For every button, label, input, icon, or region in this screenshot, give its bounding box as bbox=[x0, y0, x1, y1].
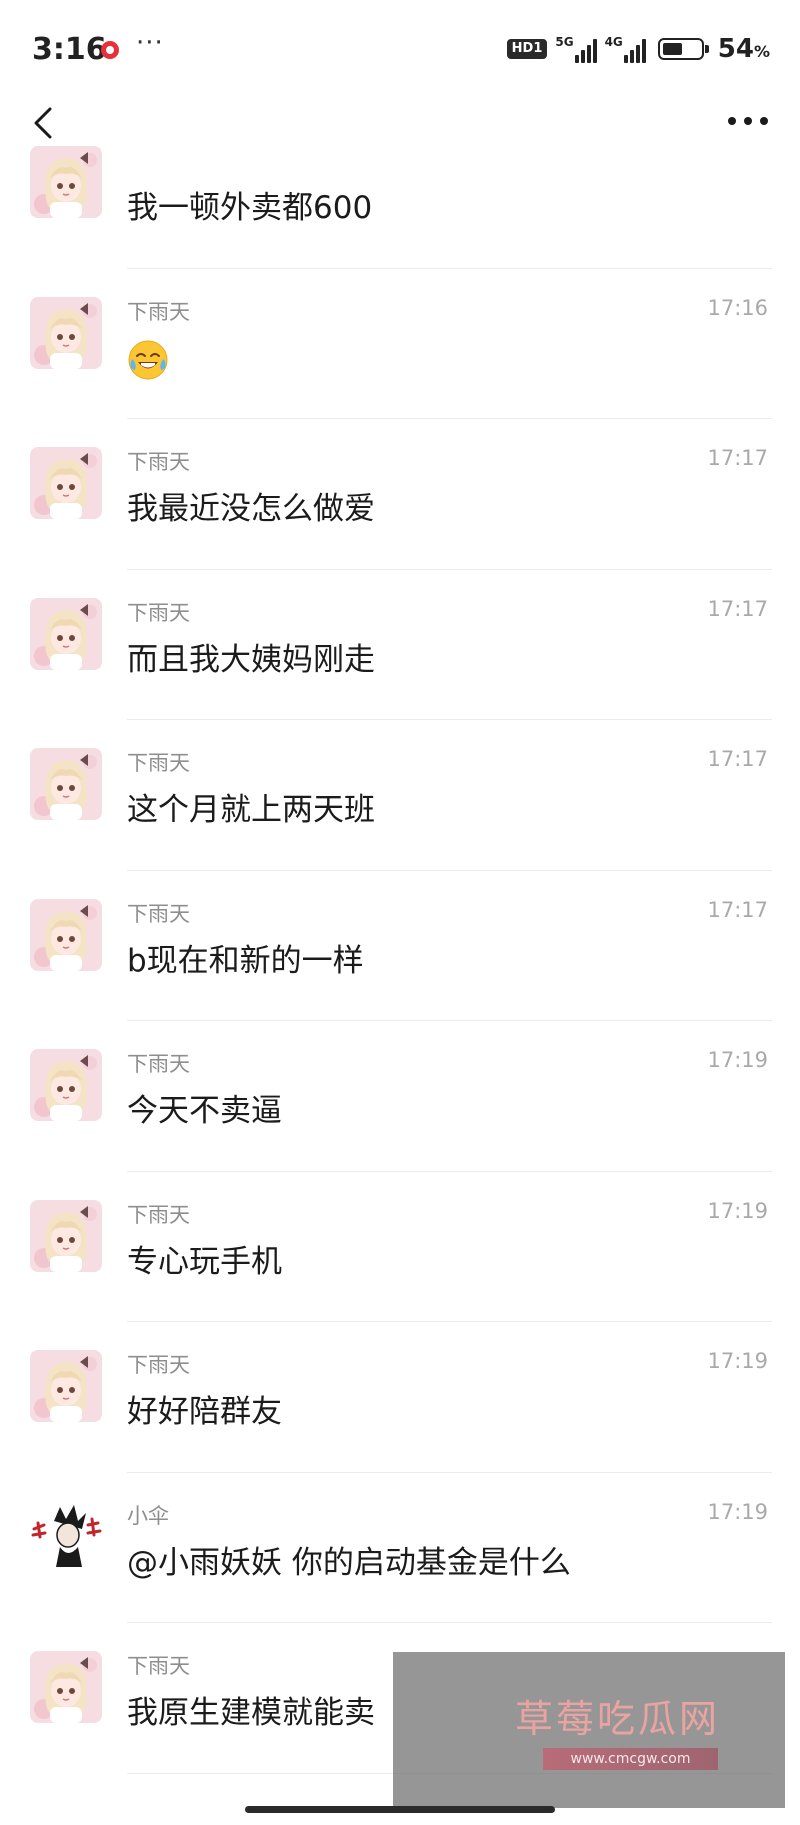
status-more-icon: ··· bbox=[136, 28, 164, 58]
message-row[interactable]: 我一顿外卖都600 bbox=[0, 118, 800, 269]
avatar[interactable] bbox=[30, 898, 102, 971]
message-time: 17:17 bbox=[707, 446, 768, 470]
avatar[interactable] bbox=[30, 1049, 102, 1121]
message-row[interactable]: 下雨天 17:17 而且我大姨妈刚走 bbox=[0, 570, 800, 720]
message-text[interactable]: @小雨妖妖 你的启动基金是什么 bbox=[127, 1537, 571, 1582]
message-row[interactable]: 下雨天 17:17 这个月就上两天班 bbox=[0, 720, 800, 871]
status-bar: 3:16 ··· HD1 5G 4G 54% bbox=[0, 0, 800, 100]
avatar[interactable] bbox=[30, 146, 102, 218]
message-text[interactable]: b现在和新的一样 bbox=[127, 935, 364, 980]
sender-name[interactable]: 下雨天 bbox=[127, 1349, 190, 1379]
avatar[interactable] bbox=[30, 597, 102, 670]
message-row[interactable]: 下雨天 17:19 今天不卖逼 bbox=[0, 1021, 800, 1172]
message-row[interactable]: 下雨天 17:19 好好陪群友 bbox=[0, 1322, 800, 1473]
message-text[interactable]: 今天不卖逼 bbox=[127, 1085, 282, 1130]
message-row[interactable]: 下雨天 17:16 bbox=[0, 269, 800, 419]
avatar[interactable] bbox=[30, 1500, 102, 1573]
avatar[interactable] bbox=[30, 447, 102, 519]
message-time: 17:19 bbox=[707, 1048, 768, 1072]
avatar[interactable] bbox=[30, 748, 102, 820]
signal-5g-label: 5G bbox=[555, 35, 574, 49]
signal-5g: 5G bbox=[555, 35, 597, 63]
notification-icon bbox=[101, 41, 119, 59]
sender-name[interactable]: 下雨天 bbox=[127, 747, 190, 777]
chat-screen: 3:16 ··· HD1 5G 4G 54% 我一顿外卖都600 下雨天 17:… bbox=[0, 0, 800, 1825]
status-indicators: HD1 5G 4G 54% bbox=[506, 34, 770, 64]
avatar[interactable] bbox=[30, 1350, 102, 1422]
hd-badge: HD1 bbox=[506, 39, 548, 59]
sender-name[interactable]: 下雨天 bbox=[127, 898, 190, 928]
sender-name[interactable]: 下雨天 bbox=[127, 1048, 190, 1078]
sender-name[interactable]: 下雨天 bbox=[127, 597, 190, 627]
battery-fill bbox=[662, 43, 682, 55]
message-row[interactable]: 下雨天 17:17 我最近没怎么做爱 bbox=[0, 419, 800, 570]
signal-bars-icon bbox=[574, 39, 597, 63]
message-text[interactable]: 我一顿外卖都600 bbox=[127, 182, 372, 227]
status-time: 3:16 bbox=[32, 32, 107, 67]
message-time: 17:19 bbox=[707, 1349, 768, 1373]
sender-name[interactable]: 下雨天 bbox=[127, 1199, 190, 1229]
signal-4g: 4G bbox=[605, 35, 646, 63]
message-text[interactable]: 我最近没怎么做爱 bbox=[127, 483, 375, 528]
message-text[interactable]: 而且我大姨妈刚走 bbox=[127, 634, 375, 679]
message-text[interactable]: 专心玩手机 bbox=[127, 1236, 282, 1281]
sender-name[interactable]: 下雨天 bbox=[127, 446, 190, 476]
avatar[interactable] bbox=[30, 1651, 102, 1723]
message-time: 17:19 bbox=[707, 1499, 768, 1524]
home-indicator[interactable] bbox=[245, 1806, 555, 1813]
avatar[interactable] bbox=[30, 296, 102, 369]
watermark: 草莓吃瓜网 www.cmcgw.com bbox=[393, 1652, 785, 1808]
sender-name[interactable]: 下雨天 bbox=[127, 296, 190, 326]
watermark-url: www.cmcgw.com bbox=[543, 1748, 718, 1770]
message-text[interactable]: 我原生建模就能卖 bbox=[127, 1687, 375, 1732]
message-row[interactable]: 下雨天 17:17 b现在和新的一样 bbox=[0, 871, 800, 1021]
sender-name[interactable]: 下雨天 bbox=[127, 1650, 190, 1680]
signal-4g-label: 4G bbox=[604, 35, 623, 49]
message-row[interactable]: 下雨天 17:19 专心玩手机 bbox=[0, 1172, 800, 1322]
laughing-tears-emoji-icon bbox=[127, 339, 169, 381]
message-time: 17:17 bbox=[707, 747, 768, 771]
watermark-logo: 草莓吃瓜网 bbox=[515, 1697, 721, 1741]
signal-bars-icon bbox=[623, 39, 646, 63]
message-text[interactable]: 好好陪群友 bbox=[127, 1386, 282, 1431]
message-time: 17:17 bbox=[707, 596, 768, 621]
avatar[interactable] bbox=[30, 1199, 102, 1272]
message-time: 17:19 bbox=[707, 1198, 768, 1223]
battery-icon bbox=[657, 38, 709, 60]
sender-name[interactable]: 小伞 bbox=[127, 1500, 169, 1530]
battery-percent: 54% bbox=[717, 34, 770, 64]
message-time: 17:17 bbox=[707, 897, 768, 922]
message-text[interactable]: 这个月就上两天班 bbox=[127, 784, 375, 829]
message-row[interactable]: 小伞 17:19 @小雨妖妖 你的启动基金是什么 bbox=[0, 1473, 800, 1623]
message-time: 17:16 bbox=[707, 295, 768, 320]
